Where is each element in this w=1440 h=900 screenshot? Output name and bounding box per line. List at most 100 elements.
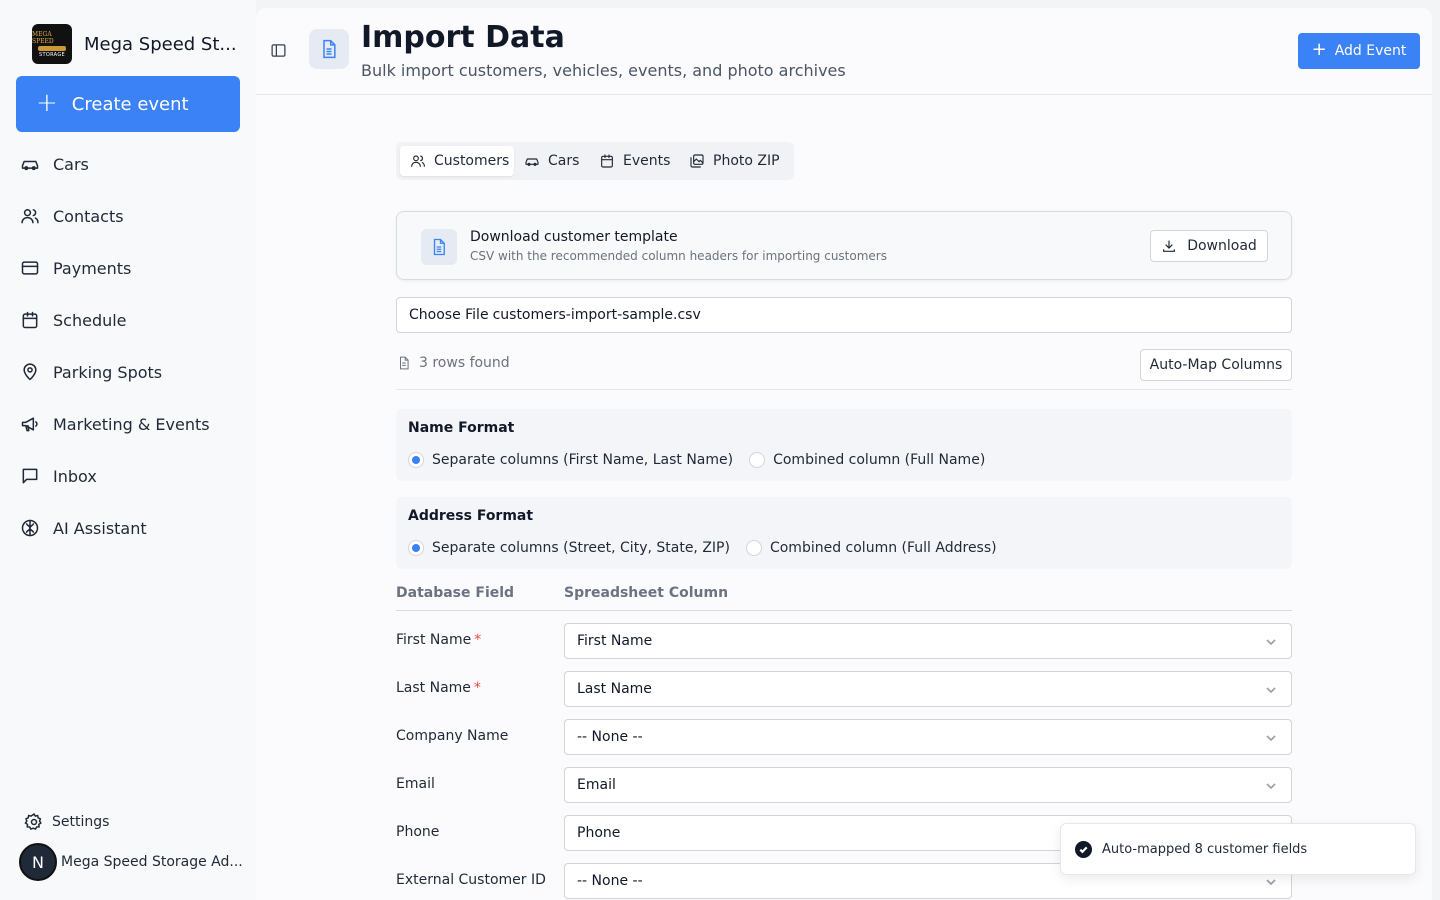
chevron-down-icon [1265,732,1277,744]
calendar-icon [601,154,613,168]
address-format-separate-option[interactable]: Separate columns (Street, City, State, Z… [408,540,730,556]
required-mark: * [474,632,482,648]
template-icon-wrap [421,229,457,265]
template-title: Download customer template [470,229,678,245]
radio-checked[interactable] [408,452,424,468]
sidebar-item-schedule[interactable]: Schedule [0,294,256,346]
select-value: Last Name [577,681,652,697]
sidebar-item-payments[interactable]: Payments [0,242,256,294]
tab-label: Events [623,153,671,169]
gear-icon [24,813,42,831]
sidebar-item-inbox[interactable]: Inbox [0,450,256,502]
file-spreadsheet-icon [433,238,445,256]
tab-events[interactable]: Events [599,146,670,176]
users-icon [21,209,39,224]
field-label: Last Name * [396,680,481,696]
add-event-label: Add Event [1334,43,1407,59]
auto-map-columns-button[interactable]: Auto-Map Columns [1140,349,1292,381]
tab-cars[interactable]: Cars [524,146,579,176]
file-upload-input[interactable]: Choose File customers-import-sample.csv [396,297,1292,333]
create-event-label: Create event [71,93,189,115]
field-label: Phone [396,824,440,840]
radio-label: Combined column (Full Address) [769,540,997,556]
name-format-section: Name Format Separate columns (First Name… [396,409,1292,481]
template-description: CSV with the recommended column headers … [470,249,887,263]
tab-customers[interactable]: Customers [400,146,514,176]
mapping-table-header: Database Field Spreadsheet Column [396,583,1292,611]
add-event-button[interactable]: + Add Event [1298,33,1420,69]
users-icon [411,155,425,167]
radio-unchecked[interactable] [749,452,766,468]
megaphone-icon [21,417,38,432]
column-select[interactable]: -- None -- [564,719,1292,755]
address-format-section: Address Format Separate columns (Street,… [396,497,1292,569]
select-value: Phone [577,825,621,841]
file-text-icon [400,356,409,370]
field-label: Email [396,776,435,792]
avatar: N [19,843,57,881]
address-format-combined-option[interactable]: Combined column (Full Address) [745,540,997,556]
template-card: Download customer template CSV with the … [396,211,1292,280]
brand-name: Mega Speed St... [84,33,237,55]
column-select[interactable]: Last Name [564,671,1292,707]
brand-logo: MEGA SPEED STORAGE [32,24,72,64]
tab-label: Cars [548,153,580,169]
column-select[interactable]: Email [564,767,1292,803]
credit-card-icon [21,261,39,275]
images-icon [690,154,704,168]
sidebar-item-label: Payments [53,258,132,278]
radio-label: Combined column (Full Name) [773,452,986,468]
logo-text-bottom: STORAGE [39,51,65,58]
settings-link[interactable]: Settings [24,812,109,832]
download-template-button[interactable]: Download [1150,230,1268,262]
field-label: External Customer ID [396,872,546,888]
radio-label: Separate columns (First Name, Last Name) [432,452,734,468]
check-circle-icon [1075,840,1092,858]
sidebar-nav: Cars Contacts Payments Schedule Parking … [0,138,256,554]
plus-icon: + [36,87,58,118]
sidebar-item-contacts[interactable]: Contacts [0,190,256,242]
tab-photo-zip[interactable]: Photo ZIP [689,146,780,176]
sidebar-item-parking-spots[interactable]: Parking Spots [0,346,256,398]
brand[interactable]: MEGA SPEED STORAGE Mega Speed St... [32,24,237,64]
sidebar-item-marketing-events[interactable]: Marketing & Events [0,398,256,450]
name-format-title: Name Format [408,420,515,436]
field-label: First Name * [396,632,482,648]
header-file-icon-wrap [309,29,349,69]
chevron-down-icon [1265,684,1277,696]
tab-label: Customers [434,153,510,169]
sidebar-item-label: Marketing & Events [53,414,210,434]
calendar-icon [22,311,38,329]
import-tabs: Customers Cars Events Photo ZIP [396,142,794,180]
sidebar-item-ai-assistant[interactable]: AI Assistant [0,502,256,554]
chevron-down-icon [1265,876,1277,888]
rows-found-text: 3 rows found [419,355,510,371]
download-icon [1163,240,1176,252]
address-format-title: Address Format [408,508,534,524]
car-icon [525,158,539,166]
file-spreadsheet-icon [323,39,336,59]
logo-car-shape [38,45,66,51]
sidebar-toggle-button[interactable] [270,42,287,59]
toast-notification[interactable]: Auto-mapped 8 customer fields [1060,823,1416,875]
column-header-spreadsheet-column: Spreadsheet Column [564,585,729,601]
sidebar-item-cars[interactable]: Cars [0,138,256,190]
field-label: Company Name [396,728,509,744]
choose-file-label: Choose File [409,307,489,323]
sidebar-item-label: AI Assistant [53,518,147,538]
create-event-button[interactable]: + Create event [16,76,240,132]
column-select[interactable]: First Name [564,623,1292,659]
select-value: First Name [577,633,653,649]
page-subtitle: Bulk import customers, vehicles, events,… [361,61,846,80]
name-format-separate-option[interactable]: Separate columns (First Name, Last Name) [408,452,733,468]
mapping-row-last-name: Last Name * Last Name [396,671,1292,707]
toast-message: Auto-mapped 8 customer fields [1102,841,1308,857]
radio-unchecked[interactable] [745,540,762,556]
radio-checked[interactable] [408,540,424,556]
plus-icon: + [1311,39,1327,60]
name-format-combined-option[interactable]: Combined column (Full Name) [749,452,985,468]
page-title: Import Data [361,20,565,55]
tab-label: Photo ZIP [713,153,780,169]
select-value: -- None -- [577,873,643,889]
account-menu[interactable]: N Mega Speed Storage Ad... [19,843,243,881]
